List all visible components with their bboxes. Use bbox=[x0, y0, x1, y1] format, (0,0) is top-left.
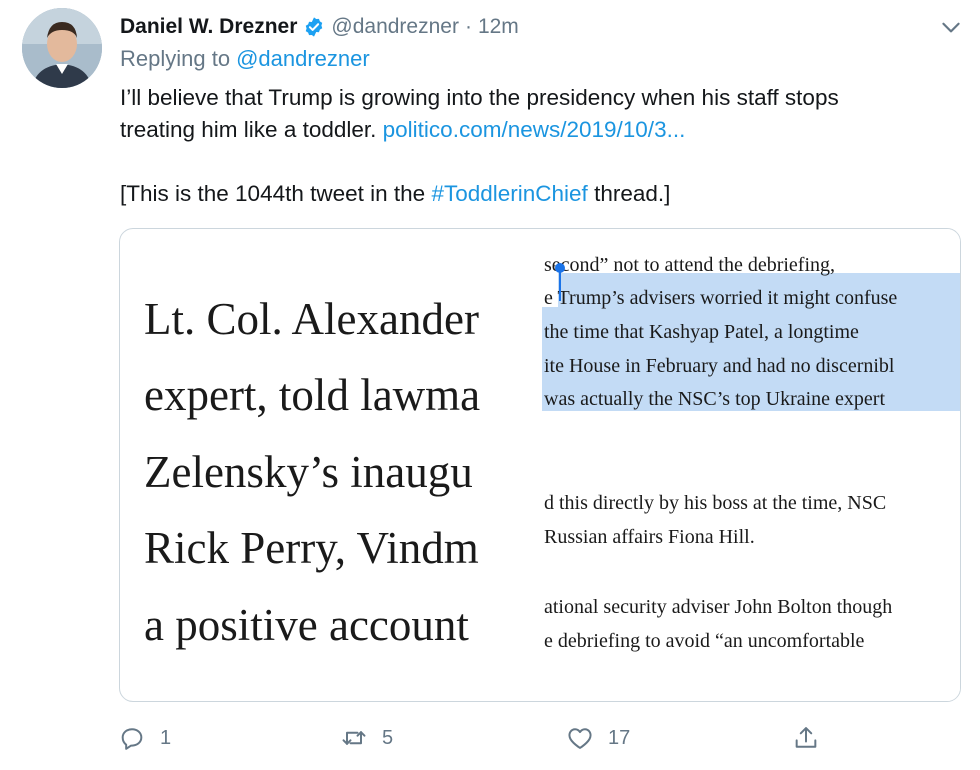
retweet-button[interactable]: 5 bbox=[340, 724, 393, 752]
tweet-action-bar: 1 5 17 bbox=[118, 724, 838, 764]
article-small-text: e Trump’s advisers worried it might conf… bbox=[544, 287, 898, 309]
replying-prefix: Replying to bbox=[120, 46, 231, 71]
author-handle[interactable]: @dandrezner bbox=[331, 15, 459, 39]
reply-icon bbox=[121, 728, 143, 750]
author-name[interactable]: Daniel W. Drezner bbox=[120, 15, 297, 39]
article-big-text: Zelensky’s inaugu bbox=[144, 447, 473, 497]
hashtag-link[interactable]: #ToddlerinChief bbox=[431, 181, 587, 206]
article-small-text: second” not to attend the debriefing, bbox=[544, 254, 836, 276]
tweet-text-line bbox=[120, 146, 940, 178]
article-small-text: Russian affairs Fiona Hill. bbox=[544, 526, 755, 548]
verified-badge-icon bbox=[306, 17, 323, 37]
replying-mention-link[interactable]: @dandrezner bbox=[236, 46, 370, 71]
article-small-text: e debriefing to avoid “an uncomfortable bbox=[544, 630, 865, 652]
tweet-text: I’ll believe that Trump is growing into … bbox=[120, 82, 940, 210]
article-big-text: Lt. Col. Alexander bbox=[144, 294, 479, 344]
like-count: 17 bbox=[608, 726, 631, 749]
retweet-icon bbox=[342, 731, 366, 745]
tweet-timestamp[interactable]: 12m bbox=[478, 15, 519, 39]
share-button[interactable] bbox=[792, 724, 834, 752]
article-small-text: was actually the NSC’s top Ukraine exper… bbox=[544, 388, 886, 410]
retweet-count: 5 bbox=[382, 726, 394, 749]
tweet-text-line: [This is the 1044th tweet in the #Toddle… bbox=[120, 178, 940, 210]
tweet-text-plain: [This is the 1044th tweet in the bbox=[120, 181, 426, 206]
selection-handle-stem bbox=[559, 269, 561, 301]
article-big-text: Rick Perry, Vindm bbox=[144, 523, 479, 573]
selection-handle[interactable] bbox=[555, 263, 565, 273]
share-icon bbox=[795, 727, 817, 748]
tweet-header: Daniel W. Drezner @dandrezner · 12m bbox=[120, 12, 960, 42]
like-button[interactable]: 17 bbox=[566, 724, 630, 752]
article-zoomed-panel: second” not to attend the debriefing, e … bbox=[542, 229, 960, 701]
replying-to: Replying to @dandrezner bbox=[120, 46, 370, 72]
tweet-text-plain: treating him like a toddler. bbox=[120, 117, 377, 142]
tweet-text-line: I’ll believe that Trump is growing into … bbox=[120, 85, 839, 110]
article-big-text: expert, told lawma bbox=[144, 370, 481, 420]
article-link[interactable]: politico.com/news/2019/10/3... bbox=[383, 117, 686, 142]
avatar-image bbox=[22, 8, 102, 88]
article-small-text: the time that Kashyap Patel, a longtime bbox=[544, 321, 859, 343]
reply-button[interactable]: 1 bbox=[118, 724, 171, 752]
tweet-media-image[interactable]: Lt. Col. Alexander expert, told lawma Ze… bbox=[119, 228, 961, 702]
chevron-down-icon[interactable] bbox=[938, 14, 964, 40]
avatar[interactable] bbox=[22, 8, 102, 88]
tweet-text-plain: thread.] bbox=[594, 181, 671, 206]
tweet-text-line: treating him like a toddler. politico.co… bbox=[120, 114, 940, 146]
article-small-text: d this directly by his boss at the time,… bbox=[544, 492, 887, 514]
article-small-text: ational security adviser John Bolton tho… bbox=[544, 596, 893, 618]
article-big-text: a positive account bbox=[144, 600, 469, 650]
header-separator: · bbox=[464, 15, 472, 38]
like-icon bbox=[568, 728, 592, 749]
article-small-text: ite House in February and had no discern… bbox=[544, 355, 895, 377]
reply-count: 1 bbox=[160, 726, 172, 749]
